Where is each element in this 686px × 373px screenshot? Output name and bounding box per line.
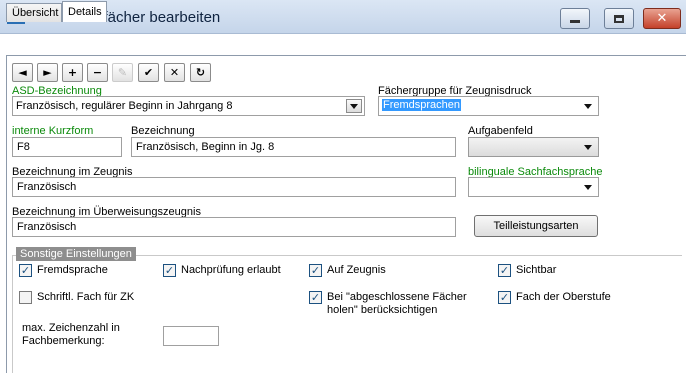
delete-record-button[interactable]: − <box>87 63 108 82</box>
nachpruefung-label: Nachprüfung erlaubt <box>181 264 281 276</box>
schriftl-zk-label: Schriftl. Fach für ZK <box>37 291 135 303</box>
fremdsprache-label: Fremdsprache <box>37 264 108 276</box>
zeichenzahl-label: max. Zeichenzahl in Fachbemerkung: <box>22 322 120 347</box>
check-icon: ✓ <box>163 264 176 277</box>
oberstufe-checkbox[interactable]: ✓ Fach der Oberstufe <box>498 291 611 304</box>
asd-select[interactable]: Französisch, regulärer Beginn in Jahrgan… <box>12 96 365 116</box>
fremdsprache-checkbox[interactable]: ✓ Fremdsprache <box>19 264 108 277</box>
chevron-down-icon <box>580 180 596 194</box>
check-icon: ✓ <box>498 291 511 304</box>
faechergruppe-select[interactable]: Fremdsprachen <box>378 96 599 116</box>
aufgabenfeld-label: Aufgabenfeld <box>468 125 533 137</box>
faechergruppe-value: Fremdsprachen <box>382 99 462 111</box>
check-icon: ✓ <box>19 264 32 277</box>
sichtbar-label: Sichtbar <box>516 264 557 276</box>
check-icon: ✓ <box>309 291 322 304</box>
teilleistungsarten-button[interactable]: Teilleistungsarten <box>474 215 598 237</box>
checkbox-empty-icon <box>19 291 32 304</box>
sichtbar-checkbox[interactable]: ✓ Sichtbar <box>498 264 556 277</box>
prev-record-button[interactable]: ◄ <box>12 63 33 82</box>
auf-zeugnis-checkbox[interactable]: ✓ Auf Zeugnis <box>309 264 386 277</box>
group-title: Sonstige Einstellungen <box>16 247 136 261</box>
chevron-down-icon <box>580 99 596 113</box>
zeichenzahl-input[interactable] <box>163 326 219 346</box>
add-record-button[interactable]: + <box>62 63 83 82</box>
ueberweisung-input[interactable]: Französisch <box>12 217 456 237</box>
edit-record-button[interactable]: ✎ <box>112 63 133 82</box>
kurzform-input[interactable]: F8 <box>12 137 122 157</box>
maximize-icon <box>614 14 624 23</box>
check-icon: ✓ <box>498 264 511 277</box>
refresh-record-button[interactable]: ↻ <box>190 63 211 82</box>
bezeichnung-label: Bezeichnung <box>131 125 195 137</box>
kurzform-label: interne Kurzform <box>12 125 94 137</box>
confirm-record-button[interactable]: ✔ <box>138 63 159 82</box>
minimize-button[interactable] <box>560 8 590 29</box>
aufgabenfeld-select[interactable] <box>468 137 599 157</box>
chevron-down-icon <box>580 140 596 154</box>
tab-uebersicht[interactable]: Übersicht <box>6 3 62 22</box>
oberstufe-label: Fach der Oberstufe <box>516 291 611 303</box>
tab-details[interactable]: Details <box>62 1 107 22</box>
bezeichnung-input[interactable]: Französisch, Beginn in Jg. 8 <box>131 137 456 157</box>
next-record-button[interactable]: ► <box>37 63 58 82</box>
minimize-icon <box>570 20 580 23</box>
close-icon: ✕ <box>656 11 668 26</box>
zeugnis-input[interactable]: Französisch <box>12 177 456 197</box>
bilingual-select[interactable] <box>468 177 599 197</box>
close-button[interactable]: ✕ <box>643 8 681 29</box>
auf-zeugnis-label: Auf Zeugnis <box>327 264 386 276</box>
maximize-button[interactable] <box>604 8 634 29</box>
asd-value: Französisch, regulärer Beginn in Jahrgan… <box>16 100 233 112</box>
nachpruefung-checkbox[interactable]: ✓ Nachprüfung erlaubt <box>163 264 281 277</box>
chevron-down-icon <box>346 99 362 113</box>
abgeschlossen-checkbox[interactable]: ✓ Bei "abgeschlossene Fächer holen" berü… <box>309 291 499 317</box>
schriftl-zk-checkbox[interactable]: Schriftl. Fach für ZK <box>19 291 134 304</box>
cancel-record-button[interactable]: ✕ <box>164 63 185 82</box>
abgeschlossen-label: Bei "abgeschlossene Fächer holen" berück… <box>327 291 467 316</box>
check-icon: ✓ <box>309 264 322 277</box>
